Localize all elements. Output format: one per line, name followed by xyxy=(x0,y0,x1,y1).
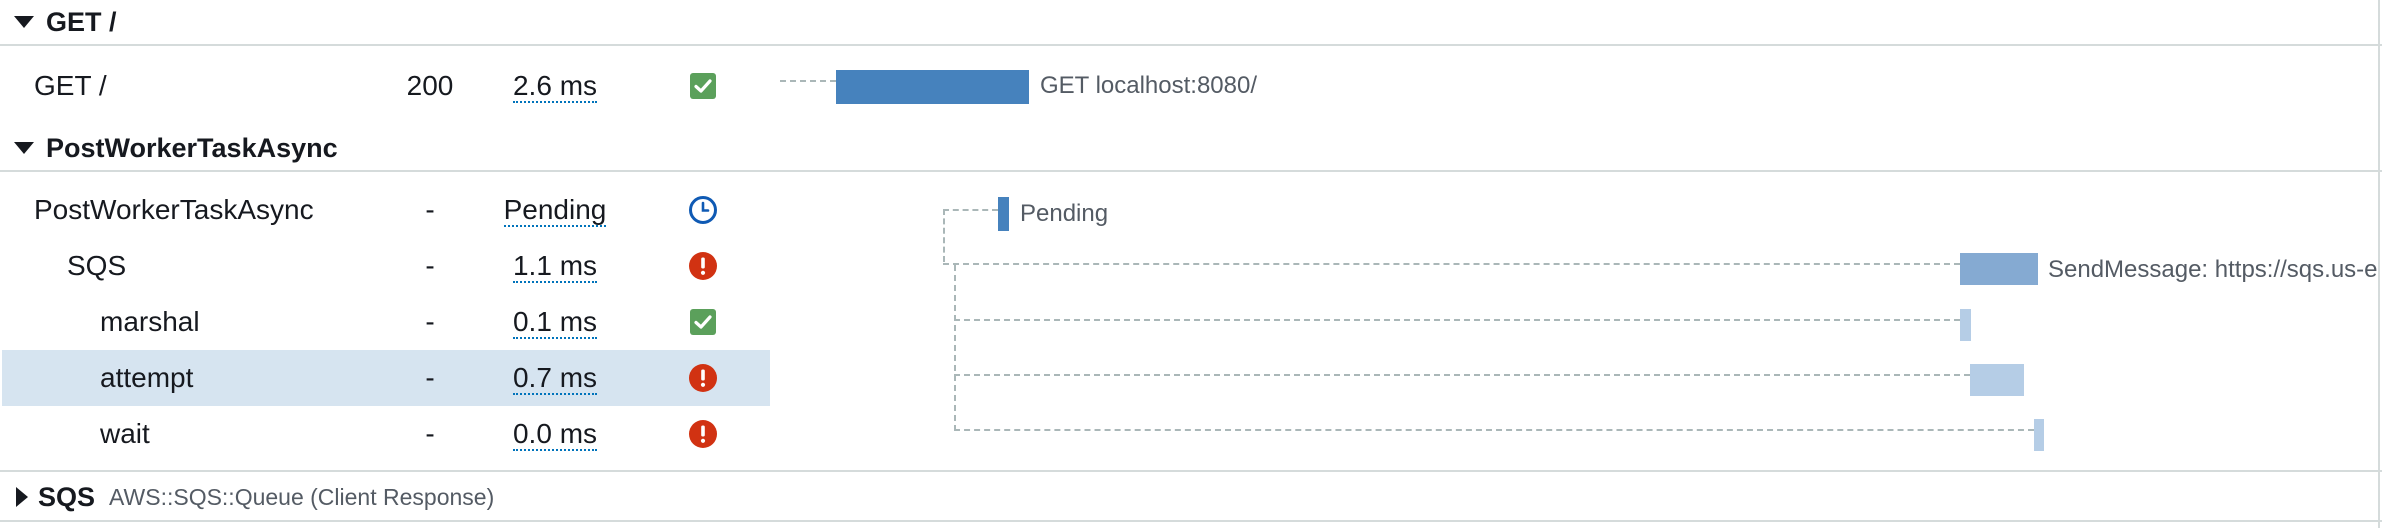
duration[interactable]: 2.6 ms xyxy=(500,58,610,114)
segment-name: GET / xyxy=(34,70,107,101)
duration-value[interactable]: 1.1 ms xyxy=(512,251,598,283)
error-icon xyxy=(686,350,720,406)
bar-label: SendMessage: https://sqs.us-e xyxy=(2048,256,2378,283)
clock-icon xyxy=(686,182,720,238)
segment-name: SQS xyxy=(67,250,127,281)
table-row[interactable]: PostWorkerTaskAsync - Pending xyxy=(0,182,2382,238)
duration-value[interactable]: 0.1 ms xyxy=(512,307,598,339)
caret-down-icon[interactable] xyxy=(14,16,34,28)
bar-label: GET localhost:8080/ xyxy=(1040,72,1258,99)
duration-value[interactable]: 0.7 ms xyxy=(512,363,598,395)
segment-name: wait xyxy=(100,418,150,449)
table-row[interactable]: marshal - 0.1 ms xyxy=(0,294,2382,350)
segment-name: attempt xyxy=(100,362,194,393)
table-row-selected[interactable]: attempt - 0.7 ms xyxy=(0,350,2382,406)
timeline-bar-attempt[interactable] xyxy=(1970,364,2024,396)
segment-name: marshal xyxy=(100,306,200,337)
bar-label: Pending xyxy=(1020,200,1109,227)
group-title: PostWorkerTaskAsync xyxy=(46,132,338,163)
timeline-bar-sqs[interactable] xyxy=(1960,253,2038,285)
duration-value[interactable]: 2.6 ms xyxy=(512,71,598,103)
divider xyxy=(0,470,2382,472)
error-icon xyxy=(686,406,720,462)
caret-down-icon[interactable] xyxy=(14,142,34,154)
panel-border xyxy=(2378,0,2380,528)
check-icon xyxy=(686,58,720,114)
status-code: - xyxy=(425,306,435,337)
table-row[interactable]: wait - 0.0 ms xyxy=(0,406,2382,462)
duration-value[interactable]: 0.0 ms xyxy=(512,419,598,451)
status-code: - xyxy=(425,194,435,225)
status-code: - xyxy=(425,362,435,393)
status-code: - xyxy=(425,250,435,281)
duration[interactable]: Pending xyxy=(500,182,610,238)
group-subtitle: AWS::SQS::Queue (Client Response) xyxy=(109,483,495,510)
status-code: - xyxy=(425,418,435,449)
duration-value[interactable]: Pending xyxy=(503,195,607,227)
caret-right-icon[interactable] xyxy=(16,487,28,507)
trace-timeline-panel: GET / GET / 200 2.6 ms PostWorkerTaskAsy… xyxy=(0,0,2382,528)
status-code: 200 xyxy=(406,70,454,101)
error-icon xyxy=(686,238,720,294)
duration[interactable]: 0.1 ms xyxy=(500,294,610,350)
check-icon xyxy=(686,294,720,350)
duration[interactable]: 1.1 ms xyxy=(500,238,610,294)
timeline-bar-postworkertaskasync[interactable] xyxy=(998,197,1009,231)
group-header-get[interactable]: GET / xyxy=(0,0,2382,46)
timeline-bar-get[interactable] xyxy=(836,70,1029,104)
group-title: SQS xyxy=(38,481,96,512)
timeline-bar-marshal[interactable] xyxy=(1960,309,1971,341)
group-header-postworkertaskasync[interactable]: PostWorkerTaskAsync xyxy=(0,126,2382,172)
group-header-sqs[interactable]: SQS AWS::SQS::Queue (Client Response) xyxy=(0,474,2382,522)
timeline-bar-wait[interactable] xyxy=(2034,419,2044,451)
segment-name: PostWorkerTaskAsync xyxy=(34,194,314,225)
group-title: GET / xyxy=(46,6,117,37)
duration[interactable]: 0.0 ms xyxy=(500,406,610,462)
duration[interactable]: 0.7 ms xyxy=(500,350,610,406)
